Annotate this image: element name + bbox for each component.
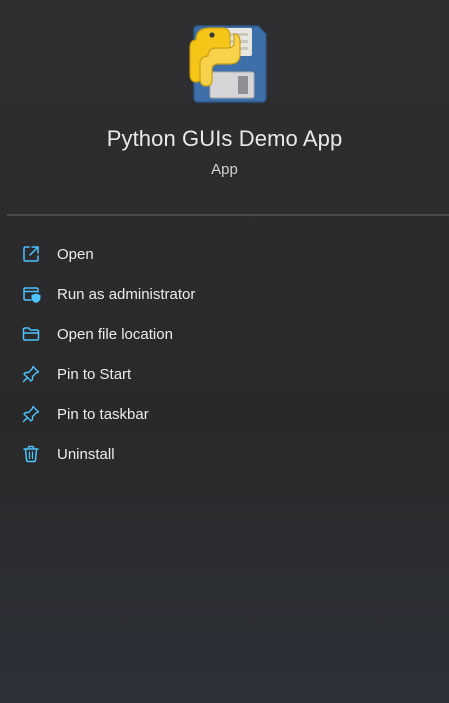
- context-menu: Open Run as administrator Open file loca…: [0, 234, 449, 474]
- app-type-label: App: [211, 161, 238, 178]
- menu-item-uninstall[interactable]: Uninstall: [0, 434, 449, 474]
- app-context-panel: Python GUIs Demo App App Open Run as adm…: [0, 0, 449, 703]
- menu-item-label: Pin to Start: [57, 365, 132, 383]
- menu-item-label: Open: [57, 245, 94, 263]
- pin-icon: [20, 363, 42, 385]
- trash-icon: [20, 443, 42, 465]
- open-external-icon: [20, 243, 42, 265]
- divider: [7, 214, 449, 216]
- menu-item-open-file-location[interactable]: Open file location: [0, 314, 449, 354]
- shield-window-icon: [20, 283, 42, 305]
- menu-item-label: Pin to taskbar: [57, 405, 149, 423]
- folder-icon: [20, 323, 42, 345]
- menu-item-open[interactable]: Open: [0, 234, 449, 274]
- menu-item-pin-to-taskbar[interactable]: Pin to taskbar: [0, 394, 449, 434]
- app-title: Python GUIs Demo App: [106, 126, 343, 151]
- menu-item-run-as-administrator[interactable]: Run as administrator: [0, 274, 449, 314]
- menu-item-label: Run as administrator: [57, 285, 196, 303]
- python-floppy-disk-icon: [188, 20, 270, 106]
- menu-item-label: Uninstall: [57, 445, 115, 463]
- pin-icon: [20, 403, 42, 425]
- menu-item-label: Open file location: [57, 325, 173, 343]
- menu-item-pin-to-start[interactable]: Pin to Start: [0, 354, 449, 394]
